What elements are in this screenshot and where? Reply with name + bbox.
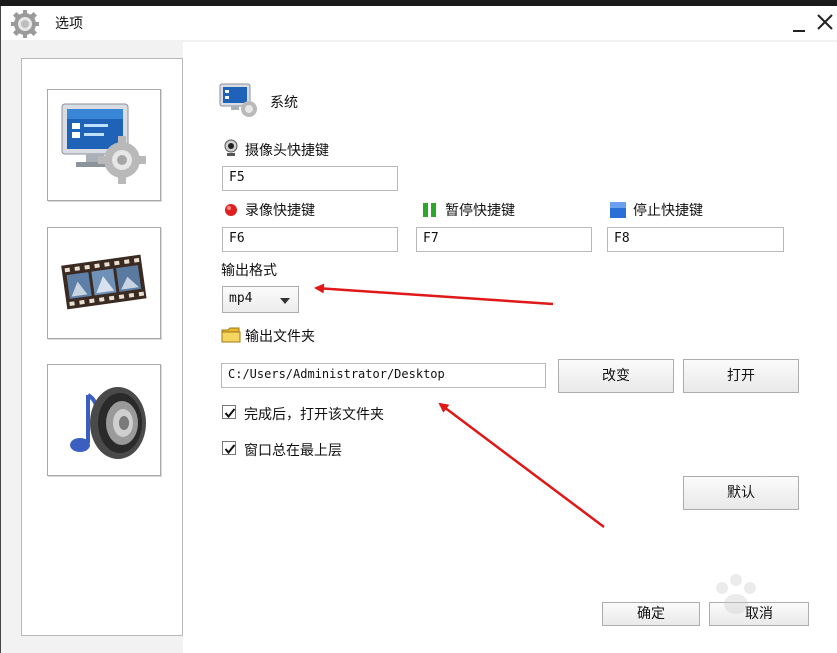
open-after-label: 完成后，打开该文件夹 — [244, 407, 384, 423]
camera-hotkey-label: 摄像头快捷键 — [245, 143, 329, 159]
close-icon[interactable] — [813, 10, 837, 34]
gear-icon — [11, 10, 39, 38]
open-folder-button[interactable]: 打开 — [683, 359, 799, 393]
section-title: 系统 — [270, 95, 298, 111]
paw-watermark-icon — [716, 574, 756, 614]
chevron-down-icon — [280, 298, 290, 304]
output-format-value: mp4 — [229, 291, 253, 306]
monitor-gear-icon — [219, 83, 257, 117]
sidebar-item-system[interactable] — [47, 89, 161, 201]
stop-hotkey-input[interactable]: F8 — [607, 227, 784, 252]
record-dot-icon — [225, 204, 237, 216]
default-button[interactable]: 默认 — [683, 476, 799, 510]
sidebar-item-video[interactable] — [47, 227, 161, 339]
pause-icon — [423, 203, 436, 217]
output-folder-label: 输出文件夹 — [245, 329, 315, 345]
stop-hotkey-label: 停止快捷键 — [633, 203, 703, 219]
output-format-label: 输出格式 — [221, 263, 277, 279]
sidebar-item-audio[interactable] — [47, 364, 161, 476]
category-sidebar — [21, 58, 183, 636]
pause-hotkey-label: 暂停快捷键 — [445, 203, 515, 219]
settings-panel: 系统 摄像头快捷键 F5 录像快捷键 F6 暂停快捷键 F7 停止快捷键 F8 … — [183, 42, 837, 653]
output-folder-path[interactable]: C:/Users/Administrator/Desktop — [221, 363, 546, 388]
record-hotkey-input[interactable]: F6 — [222, 227, 398, 252]
options-dialog: 选项 系统 摄像头快捷键 F5 录像快捷键 F6 暂停快捷键 F7 停止快捷键 … — [0, 6, 837, 653]
window-title: 选项 — [55, 16, 83, 32]
checkmark-icon — [224, 444, 236, 455]
checkmark-icon — [224, 408, 236, 419]
always-top-checkbox[interactable] — [222, 441, 236, 455]
record-hotkey-label: 录像快捷键 — [245, 203, 315, 219]
minimize-icon[interactable] — [787, 10, 811, 34]
change-folder-button[interactable]: 改变 — [558, 359, 674, 393]
stop-square-icon — [610, 202, 626, 218]
folder-icon — [221, 327, 241, 343]
pause-hotkey-input[interactable]: F7 — [416, 227, 592, 252]
always-top-label: 窗口总在最上层 — [244, 443, 342, 459]
title-bar: 选项 — [1, 6, 837, 40]
system-monitor-gear-icon — [61, 103, 146, 184]
output-format-select[interactable]: mp4 — [222, 286, 299, 313]
open-after-checkbox[interactable] — [222, 405, 236, 419]
speaker-music-icon — [70, 387, 146, 459]
webcam-icon — [224, 139, 238, 156]
film-strip-icon — [61, 254, 147, 310]
camera-hotkey-input[interactable]: F5 — [222, 166, 398, 191]
